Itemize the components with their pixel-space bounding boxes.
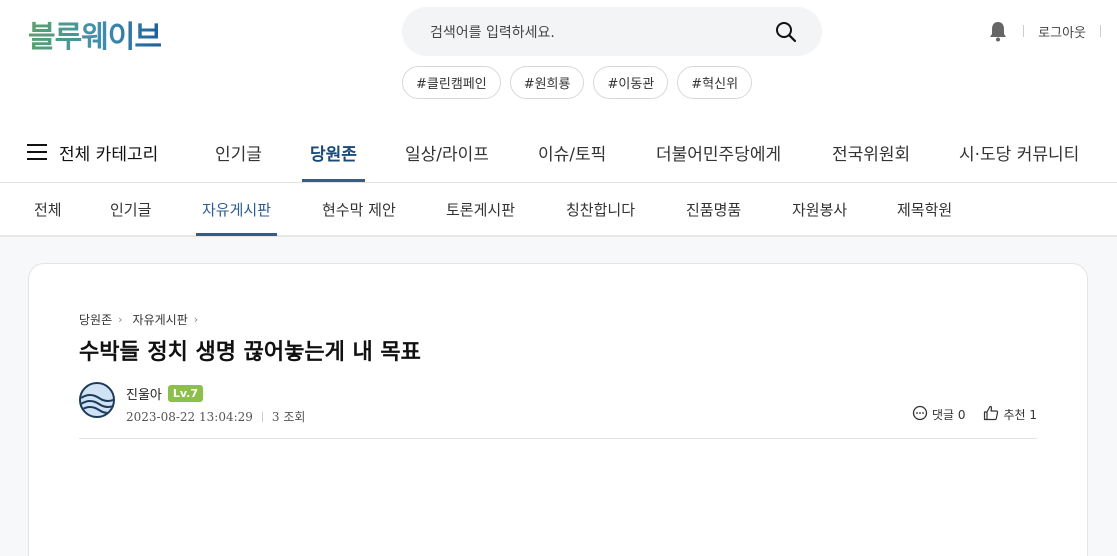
divider — [79, 438, 1037, 439]
divider — [1100, 25, 1101, 37]
subnav-free-board[interactable]: 자유게시판 — [195, 183, 278, 236]
divider — [1023, 25, 1025, 37]
hashtag-list: #클린캠페인 #원희룡 #이동관 #혁신위 — [402, 66, 753, 99]
nav-popular[interactable]: 인기글 — [215, 122, 262, 182]
subnav-banner-proposal[interactable]: 현수막 제안 — [322, 183, 396, 236]
logout-link[interactable]: 로그아웃 — [1038, 22, 1086, 41]
subnav-debate-board[interactable]: 토론게시판 — [446, 183, 515, 236]
menu-icon — [27, 144, 47, 160]
post-card: 당원존 › 자유게시판 › 수박들 정치 생명 끊어놓는게 내 목표 진울아 L… — [28, 263, 1088, 556]
subnav-all[interactable]: 전체 — [34, 183, 62, 236]
user-utility: 로그아웃 — [989, 20, 1101, 42]
like-count: 추천 1 — [1003, 408, 1037, 422]
search-icon[interactable] — [774, 20, 798, 44]
hashtag-chip[interactable]: #혁신위 — [677, 66, 753, 99]
hashtag-chip[interactable]: #클린캠페인 — [402, 66, 501, 99]
hashtag-chip[interactable]: #원희룡 — [509, 66, 585, 99]
nav-issue-topic[interactable]: 이슈/토픽 — [538, 122, 606, 182]
search-input[interactable]: 검색어를 입력하세요. — [430, 22, 774, 42]
subnav-volunteer[interactable]: 자원봉사 — [792, 183, 847, 236]
all-categories-label: 전체 카테고리 — [59, 144, 159, 165]
hashtag-chip[interactable]: #이동관 — [593, 66, 669, 99]
post-date: 2023-08-22 13:04:29 — [126, 409, 253, 424]
author-name[interactable]: 진울아 — [126, 384, 162, 403]
nav-member-zone[interactable]: 당원존 — [302, 122, 365, 182]
nav-to-party[interactable]: 더불어민주당에게 — [656, 122, 781, 182]
post-meta: 2023-08-22 13:04:29 3 조회 — [126, 408, 305, 425]
nav-national-committee[interactable]: 전국위원회 — [832, 122, 910, 182]
subnav-praise[interactable]: 칭찬합니다 — [566, 183, 635, 236]
view-count: 3 조회 — [271, 410, 306, 424]
subnav-popular[interactable]: 인기글 — [110, 183, 151, 236]
search-box[interactable]: 검색어를 입력하세요. — [402, 7, 822, 56]
thumbs-up-icon — [983, 405, 999, 424]
site-logo[interactable]: 블루웨이브 — [28, 12, 162, 56]
comment-button[interactable]: 댓글 0 — [912, 405, 966, 424]
subnav-title-academy[interactable]: 제목학원 — [897, 183, 952, 236]
nav-regional-community[interactable]: 시·도당 커뮤니티 — [959, 122, 1079, 182]
post-title: 수박들 정치 생명 끊어놓는게 내 목표 — [79, 340, 421, 365]
sub-navigation: 전체 인기글 자유게시판 현수막 제안 토론게시판 칭찬합니다 진품명품 자원봉… — [0, 182, 1117, 237]
main-navigation: 전체 카테고리 인기글 당원존 일상/라이프 이슈/토픽 더불어민주당에게 전국… — [0, 122, 1117, 182]
breadcrumb-item[interactable]: 자유게시판 — [133, 311, 188, 328]
nav-daily-life[interactable]: 일상/라이프 — [405, 122, 489, 182]
bell-icon[interactable] — [989, 20, 1009, 42]
author-info: 진울아 Lv.7 — [126, 384, 204, 403]
comment-icon — [912, 405, 928, 424]
all-categories-button[interactable]: 전체 카테고리 — [27, 122, 158, 182]
avatar[interactable] — [79, 382, 115, 418]
chevron-right-icon: › — [118, 313, 123, 326]
post-actions: 댓글 0 추천 1 — [912, 405, 1037, 424]
breadcrumb: 당원존 › 자유게시판 › — [79, 311, 202, 328]
chevron-right-icon: › — [193, 313, 199, 326]
breadcrumb-item[interactable]: 당원존 — [79, 311, 112, 328]
comment-count: 댓글 0 — [931, 408, 966, 422]
like-button[interactable]: 추천 1 — [983, 405, 1037, 424]
subnav-treasures[interactable]: 진품명품 — [686, 183, 741, 236]
level-badge: Lv.7 — [167, 385, 204, 402]
divider — [261, 411, 263, 422]
